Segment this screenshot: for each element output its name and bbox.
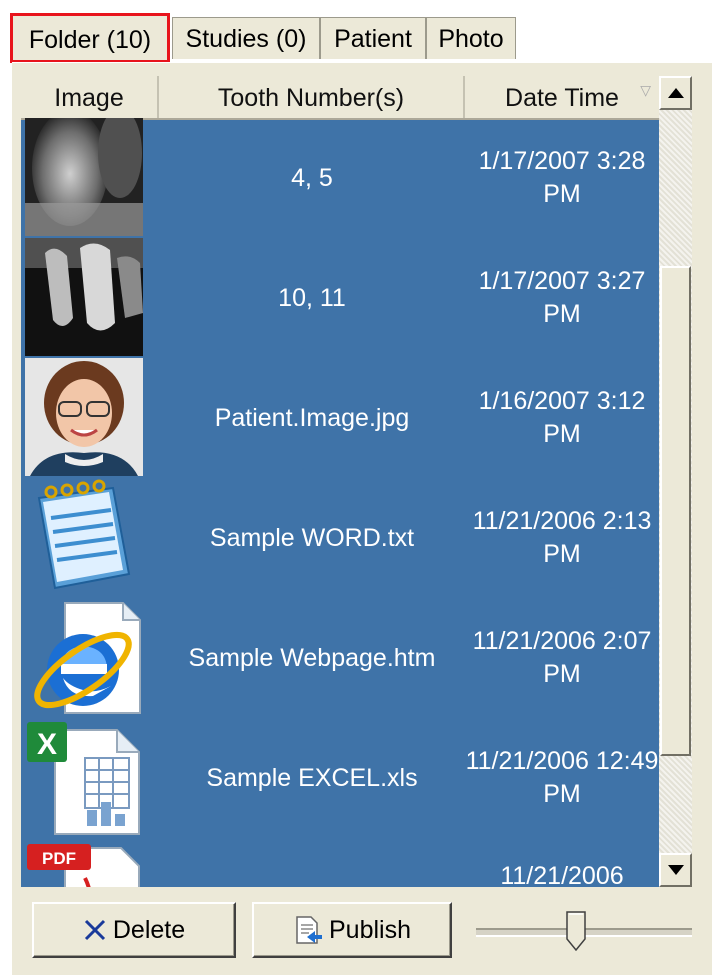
column-header-tooth[interactable]: Tooth Number(s): [159, 76, 465, 118]
delete-x-icon: [84, 919, 105, 941]
column-header-image[interactable]: Image: [21, 76, 159, 118]
internet-explorer-icon: [25, 598, 143, 716]
sort-desc-icon: ▽: [640, 82, 651, 98]
delete-button-label: Delete: [112, 915, 186, 944]
tooth-number-cell: Patient.Image.jpg: [214, 403, 410, 432]
publish-button[interactable]: Publish: [252, 902, 452, 958]
table-row[interactable]: 10, 11 1/17/2007 3:27 PM: [21, 238, 659, 358]
scroll-thumb[interactable]: [660, 266, 691, 756]
vertical-scrollbar[interactable]: [659, 76, 692, 887]
tab-folder[interactable]: Folder (10): [10, 13, 170, 63]
date-time-cell: 11/21/2006 2:07 PM: [472, 627, 652, 688]
table-row[interactable]: X Sample EXCEL.xls 11/21/2006 12:49 PM: [21, 718, 659, 838]
zoom-slider-thumb[interactable]: [566, 911, 586, 952]
xray-image-icon: [25, 238, 143, 356]
tab-studies[interactable]: Studies (0): [172, 17, 320, 59]
date-time-cell: 1/17/2007 3:28 PM: [478, 147, 646, 208]
date-time-cell: 1/16/2007 3:12 PM: [478, 387, 646, 448]
arrow-up-icon: [667, 88, 684, 98]
image-grid: Image Tooth Number(s) Date Time ▽ 4, 5 1…: [21, 76, 692, 887]
tab-strip: Folder (10) Studies (0) Patient Photo: [10, 13, 710, 63]
file-name-cell: Sample EXCEL.xls: [206, 763, 418, 792]
scroll-up-button[interactable]: [659, 76, 692, 110]
table-row[interactable]: Sample Webpage.htm 11/21/2006 2:07 PM: [21, 598, 659, 718]
patient-photo-icon: [25, 358, 143, 476]
excel-icon: X: [25, 718, 143, 836]
notepad-icon: [25, 478, 143, 596]
file-name-cell: Sample Webpage.htm: [188, 643, 436, 672]
file-name-cell: [159, 838, 465, 887]
pdf-icon: PDF: [25, 838, 143, 887]
tooth-number-cell: 4, 5: [291, 163, 333, 192]
svg-text:X: X: [37, 728, 57, 761]
grid-rows: 4, 5 1/17/2007 3:28 PM 10, 11 1/17/2007 …: [21, 118, 659, 887]
publish-button-label: Publish: [329, 915, 411, 944]
table-row[interactable]: Patient.Image.jpg 1/16/2007 3:12 PM: [21, 358, 659, 478]
tab-photo[interactable]: Photo: [426, 17, 516, 59]
delete-button[interactable]: Delete: [32, 902, 236, 958]
column-header-date-label: Date Time: [505, 84, 619, 112]
date-time-cell: 1/17/2007 3:27 PM: [478, 267, 646, 328]
scroll-down-button[interactable]: [659, 853, 692, 887]
column-header-date[interactable]: Date Time ▽: [465, 76, 659, 118]
arrow-down-icon: [667, 865, 684, 875]
date-time-cell: 11/21/2006 2:13 PM: [472, 507, 652, 568]
date-time-cell: 11/21/2006 12:49 PM: [465, 747, 659, 808]
tab-patient[interactable]: Patient: [320, 17, 426, 59]
table-row[interactable]: PDF 11/21/2006: [21, 838, 659, 887]
svg-text:PDF: PDF: [42, 849, 76, 868]
xray-image-icon: [25, 118, 143, 236]
table-row[interactable]: Sample WORD.txt 11/21/2006 2:13 PM: [21, 478, 659, 598]
grid-header: Image Tooth Number(s) Date Time ▽: [21, 76, 659, 120]
table-row[interactable]: 4, 5 1/17/2007 3:28 PM: [21, 118, 659, 238]
date-time-cell: 11/21/2006: [500, 862, 624, 887]
publish-icon: [296, 916, 322, 944]
tooth-number-cell: 10, 11: [278, 283, 346, 312]
file-name-cell: Sample WORD.txt: [209, 523, 415, 552]
